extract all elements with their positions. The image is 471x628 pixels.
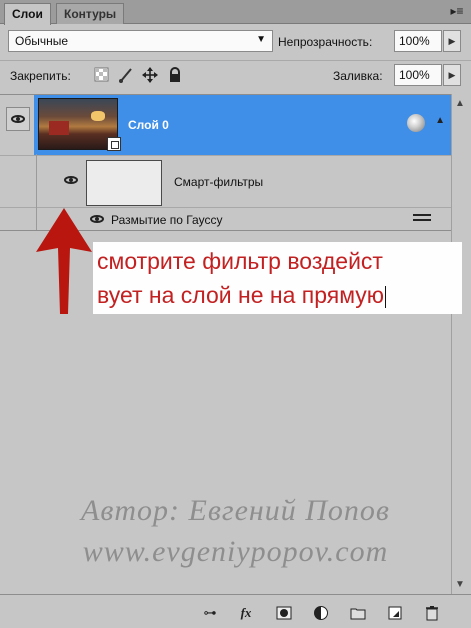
opacity-field[interactable]: 100% xyxy=(394,30,442,52)
filter-mask-thumbnail[interactable] xyxy=(86,160,162,206)
blend-row: Обычные ▼ Непрозрачность: 100% ▶ xyxy=(0,24,471,58)
mask-icon[interactable] xyxy=(276,605,292,621)
layer-name[interactable]: Слой 0 xyxy=(128,118,169,132)
fill-label: Заливка: xyxy=(333,69,383,83)
chevron-down-icon: ▼ xyxy=(256,34,266,45)
fill-field[interactable]: 100% xyxy=(394,64,442,86)
layer-visibility-toggle[interactable] xyxy=(6,107,30,131)
layers-bottom-toolbar: ⊶ fx xyxy=(0,594,471,628)
scroll-down-icon[interactable]: ▼ xyxy=(455,579,465,590)
lock-brush-icon[interactable] xyxy=(118,67,134,83)
eye-icon[interactable] xyxy=(64,176,78,184)
smart-filters-row[interactable]: Смарт-фильтры xyxy=(0,155,451,207)
annotation-box: смотрите фильтр воздейст вует на слой не… xyxy=(93,242,462,314)
layer-row[interactable]: Слой 0 ▲ xyxy=(0,95,451,155)
opacity-slider-button[interactable]: ▶ xyxy=(443,30,461,52)
panel-menu-icon[interactable]: ▸≡ xyxy=(449,2,465,20)
scroll-up-icon[interactable]: ▲ xyxy=(455,98,465,109)
annotation-line-2: вует на слой не на прямую xyxy=(97,282,385,308)
filter-blending-options-icon[interactable] xyxy=(413,214,431,226)
lock-transparent-icon[interactable] xyxy=(94,67,110,83)
eye-icon xyxy=(11,115,25,123)
smart-filters-icon[interactable] xyxy=(407,114,425,132)
watermark-author: Автор: Евгений Попов xyxy=(81,494,390,527)
fill-slider-button[interactable]: ▶ xyxy=(443,64,461,86)
tab-paths[interactable]: Контуры xyxy=(56,3,125,24)
annotation-line-2-wrap: вует на слой не на прямую xyxy=(97,278,462,312)
panel-tab-bar: Слои Контуры ▸≡ xyxy=(0,0,471,25)
watermark: Автор: Евгений Попов www.evgeniypopov.co… xyxy=(0,490,471,572)
smart-filters-label: Смарт-фильтры xyxy=(174,175,264,189)
annotation-line-1: смотрите фильтр воздейст xyxy=(97,248,383,274)
expand-triangle-icon[interactable]: ▲ xyxy=(435,115,445,126)
layer-thumbnail xyxy=(38,98,121,151)
opacity-label: Непрозрачность: xyxy=(278,35,373,49)
link-icon[interactable]: ⊶ xyxy=(202,605,218,621)
fx-icon[interactable]: fx xyxy=(238,605,254,621)
blend-mode-select[interactable]: Обычные ▼ xyxy=(8,30,273,52)
red-arrow-icon xyxy=(36,208,92,314)
group-folder-icon[interactable] xyxy=(350,605,366,621)
text-caret xyxy=(385,285,387,308)
smart-object-icon xyxy=(107,137,121,151)
new-layer-icon[interactable] xyxy=(387,605,403,621)
lock-row: Закрепить: Заливка: 100% ▶ xyxy=(0,60,471,92)
adjustment-icon[interactable] xyxy=(313,605,329,621)
layer-selected-background[interactable]: Слой 0 ▲ xyxy=(34,95,451,155)
filter-label: Размытие по Гауссу xyxy=(111,213,223,227)
lock-all-icon[interactable] xyxy=(167,67,183,83)
watermark-url: www.evgeniypopov.com xyxy=(82,535,389,568)
tab-layers[interactable]: Слои xyxy=(4,3,51,25)
trash-icon[interactable] xyxy=(424,605,440,621)
lock-label: Закрепить: xyxy=(10,69,71,83)
blend-mode-value: Обычные xyxy=(15,34,69,48)
lock-move-icon[interactable] xyxy=(142,67,158,83)
